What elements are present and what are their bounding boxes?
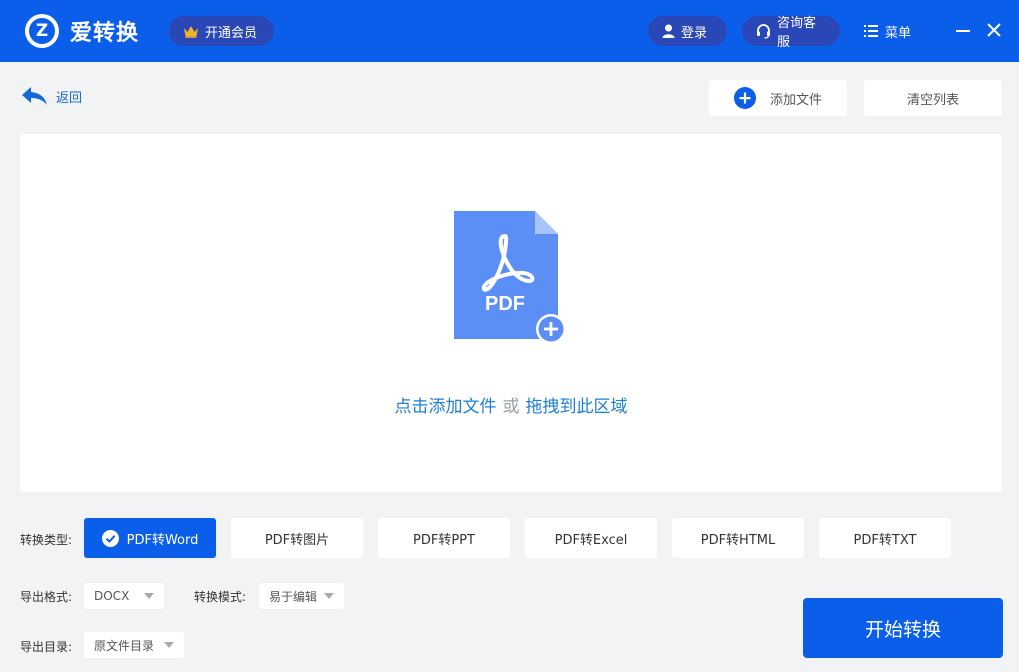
clear-list-label: 清空列表 [906, 92, 959, 108]
crown-icon [183, 25, 199, 38]
export-dir-value: 原文件目录 [94, 638, 155, 653]
back-label: 返回 [56, 90, 83, 106]
type-pdf-to-txt[interactable]: PDF转TXT [819, 518, 951, 558]
type-pdf-to-word[interactable]: PDF转Word [84, 518, 216, 558]
logo-letter: Z [29, 18, 55, 44]
type-pdf-to-html[interactable]: PDF转HTML [672, 518, 804, 558]
service-label: 咨询客服 [777, 16, 817, 50]
type-label: PDF转TXT [853, 532, 917, 548]
app-logo: Z [25, 14, 59, 48]
back-button[interactable]: 返回 [21, 86, 82, 106]
type-label: PDF转Word [126, 532, 199, 548]
export-dir-label: 导出目录: [20, 640, 73, 654]
drag-here-text: 拖拽到此区域 [525, 397, 628, 417]
headset-icon [756, 23, 771, 39]
plus-circle-icon [733, 87, 756, 109]
type-pdf-to-ppt[interactable]: PDF转PPT [378, 518, 510, 558]
pdf-icon-text: PDF [485, 293, 525, 315]
type-pdf-to-image[interactable]: PDF转图片 [231, 518, 363, 558]
login-label: 登录 [681, 25, 708, 41]
pdf-add-icon[interactable]: PDF [453, 211, 569, 346]
check-circle-icon [101, 529, 119, 547]
start-convert-button[interactable]: 开始转换 [803, 598, 1003, 658]
type-label: PDF转图片 [264, 532, 330, 548]
chevron-down-icon [324, 593, 334, 599]
close-icon[interactable] [986, 22, 1002, 38]
app-title: 爱转换 [70, 21, 140, 46]
export-dir-select[interactable]: 原文件目录 [84, 632, 184, 658]
type-label: PDF转PPT [413, 532, 475, 548]
minimize-icon[interactable] [956, 30, 970, 32]
list-menu-icon [864, 25, 878, 37]
customer-service-button[interactable]: 咨询客服 [742, 16, 840, 50]
type-label: PDF转HTML [700, 532, 776, 548]
menu-label: 菜单 [885, 25, 912, 41]
conversion-mode-select[interactable]: 易于编辑 [259, 583, 344, 609]
vip-label: 开通会员 [205, 25, 258, 41]
export-format-label: 导出格式: [20, 590, 73, 604]
login-button[interactable]: 登录 [648, 16, 727, 46]
conversion-mode-label: 转换模式: [194, 590, 247, 604]
start-convert-label: 开始转换 [864, 618, 941, 641]
back-arrow-icon [21, 86, 48, 106]
type-pdf-to-excel[interactable]: PDF转Excel [525, 518, 657, 558]
chevron-down-icon [164, 642, 174, 648]
export-format-select[interactable]: DOCX [84, 583, 164, 609]
user-icon [662, 24, 675, 38]
type-label: PDF转Excel [554, 532, 628, 548]
conversion-type-label: 转换类型: [20, 533, 73, 547]
add-file-label: 添加文件 [769, 92, 822, 108]
export-format-value: DOCX [94, 589, 130, 603]
click-add-link[interactable]: 点击添加文件 [395, 397, 497, 417]
drop-instructions: 点击添加文件或拖拽到此区域 [20, 392, 1002, 417]
chevron-down-icon [144, 593, 154, 599]
or-text: 或 [502, 397, 520, 417]
vip-button[interactable]: 开通会员 [169, 16, 274, 46]
title-bar: Z 爱转换 开通会员 登录 咨询客服 菜单 [0, 0, 1019, 62]
menu-button[interactable]: 菜单 [864, 16, 911, 46]
file-drop-zone[interactable]: PDF 点击添加文件或拖拽到此区域 [20, 134, 1002, 492]
clear-list-button[interactable]: 清空列表 [864, 80, 1002, 116]
add-file-button[interactable]: 添加文件 [709, 80, 847, 116]
conversion-mode-value: 易于编辑 [269, 589, 318, 604]
